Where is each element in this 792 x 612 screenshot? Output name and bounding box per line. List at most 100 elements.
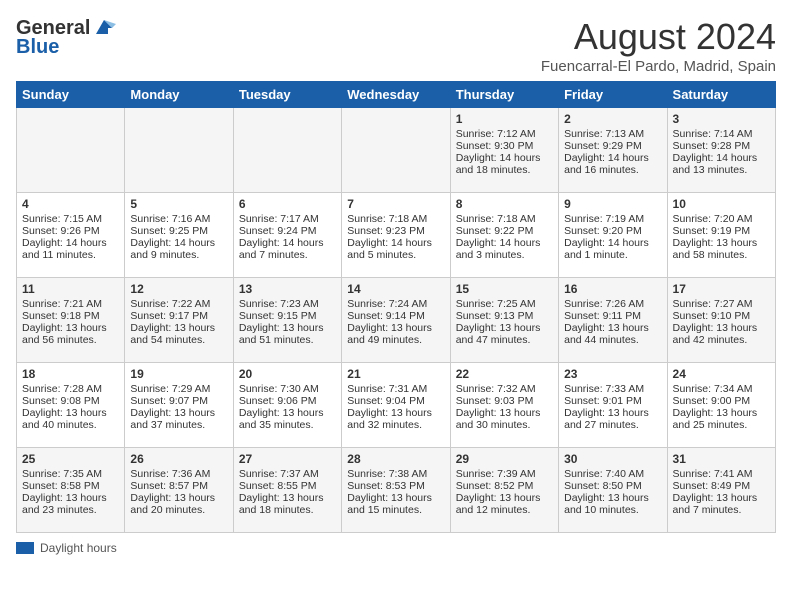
calendar-week-row: 1Sunrise: 7:12 AMSunset: 9:30 PMDaylight… xyxy=(17,108,776,193)
cell-text: Sunrise: 7:37 AM xyxy=(239,468,336,480)
cell-text: Sunset: 9:08 PM xyxy=(22,395,119,407)
calendar-cell: 25Sunrise: 7:35 AMSunset: 8:58 PMDayligh… xyxy=(17,448,125,533)
calendar-cell xyxy=(125,108,233,193)
cell-text: Sunset: 9:11 PM xyxy=(564,310,661,322)
cell-text: Daylight: 14 hours and 9 minutes. xyxy=(130,237,227,261)
cell-text: Sunset: 8:58 PM xyxy=(22,480,119,492)
cell-text: Daylight: 14 hours and 16 minutes. xyxy=(564,152,661,176)
weekday-header-friday: Friday xyxy=(559,82,667,108)
cell-text: Sunrise: 7:40 AM xyxy=(564,468,661,480)
day-number: 5 xyxy=(130,197,227,211)
calendar-table: SundayMondayTuesdayWednesdayThursdayFrid… xyxy=(16,81,776,533)
cell-text: Sunset: 9:01 PM xyxy=(564,395,661,407)
cell-text: Daylight: 14 hours and 13 minutes. xyxy=(673,152,770,176)
cell-text: Sunset: 9:26 PM xyxy=(22,225,119,237)
calendar-cell: 27Sunrise: 7:37 AMSunset: 8:55 PMDayligh… xyxy=(233,448,341,533)
weekday-header-thursday: Thursday xyxy=(450,82,558,108)
day-number: 3 xyxy=(673,112,770,126)
cell-text: Daylight: 13 hours and 10 minutes. xyxy=(564,492,661,516)
cell-text: Sunset: 8:55 PM xyxy=(239,480,336,492)
header: General Blue August 2024 Fuencarral-El P… xyxy=(16,16,776,75)
cell-text: Sunset: 8:52 PM xyxy=(456,480,553,492)
calendar-cell: 1Sunrise: 7:12 AMSunset: 9:30 PMDaylight… xyxy=(450,108,558,193)
calendar-cell: 7Sunrise: 7:18 AMSunset: 9:23 PMDaylight… xyxy=(342,193,450,278)
day-number: 12 xyxy=(130,282,227,296)
calendar-cell xyxy=(17,108,125,193)
cell-text: Daylight: 13 hours and 30 minutes. xyxy=(456,407,553,431)
calendar-cell: 2Sunrise: 7:13 AMSunset: 9:29 PMDaylight… xyxy=(559,108,667,193)
cell-text: Sunset: 8:50 PM xyxy=(564,480,661,492)
cell-text: Sunrise: 7:18 AM xyxy=(347,213,444,225)
day-number: 1 xyxy=(456,112,553,126)
day-number: 4 xyxy=(22,197,119,211)
day-number: 28 xyxy=(347,452,444,466)
cell-text: Sunrise: 7:33 AM xyxy=(564,383,661,395)
day-number: 25 xyxy=(22,452,119,466)
calendar-cell: 23Sunrise: 7:33 AMSunset: 9:01 PMDayligh… xyxy=(559,363,667,448)
cell-text: Sunrise: 7:29 AM xyxy=(130,383,227,395)
cell-text: Daylight: 13 hours and 49 minutes. xyxy=(347,322,444,346)
day-number: 21 xyxy=(347,367,444,381)
weekday-header-monday: Monday xyxy=(125,82,233,108)
cell-text: Sunrise: 7:25 AM xyxy=(456,298,553,310)
cell-text: Sunrise: 7:38 AM xyxy=(347,468,444,480)
cell-text: Daylight: 13 hours and 35 minutes. xyxy=(239,407,336,431)
cell-text: Sunset: 9:14 PM xyxy=(347,310,444,322)
cell-text: Sunset: 8:49 PM xyxy=(673,480,770,492)
cell-text: Daylight: 13 hours and 40 minutes. xyxy=(22,407,119,431)
calendar-cell: 26Sunrise: 7:36 AMSunset: 8:57 PMDayligh… xyxy=(125,448,233,533)
day-number: 22 xyxy=(456,367,553,381)
day-number: 15 xyxy=(456,282,553,296)
cell-text: Sunrise: 7:36 AM xyxy=(130,468,227,480)
cell-text: Sunrise: 7:34 AM xyxy=(673,383,770,395)
cell-text: Daylight: 13 hours and 58 minutes. xyxy=(673,237,770,261)
cell-text: Daylight: 14 hours and 1 minute. xyxy=(564,237,661,261)
calendar-cell: 5Sunrise: 7:16 AMSunset: 9:25 PMDaylight… xyxy=(125,193,233,278)
calendar-cell: 24Sunrise: 7:34 AMSunset: 9:00 PMDayligh… xyxy=(667,363,775,448)
calendar-cell: 29Sunrise: 7:39 AMSunset: 8:52 PMDayligh… xyxy=(450,448,558,533)
day-number: 9 xyxy=(564,197,661,211)
cell-text: Sunrise: 7:27 AM xyxy=(673,298,770,310)
calendar-cell: 10Sunrise: 7:20 AMSunset: 9:19 PMDayligh… xyxy=(667,193,775,278)
calendar-cell: 13Sunrise: 7:23 AMSunset: 9:15 PMDayligh… xyxy=(233,278,341,363)
day-number: 20 xyxy=(239,367,336,381)
calendar-cell: 11Sunrise: 7:21 AMSunset: 9:18 PMDayligh… xyxy=(17,278,125,363)
page: General Blue August 2024 Fuencarral-El P… xyxy=(0,0,792,565)
weekday-header-sunday: Sunday xyxy=(17,82,125,108)
cell-text: Daylight: 13 hours and 47 minutes. xyxy=(456,322,553,346)
day-number: 17 xyxy=(673,282,770,296)
weekday-header-row: SundayMondayTuesdayWednesdayThursdayFrid… xyxy=(17,82,776,108)
cell-text: Sunrise: 7:24 AM xyxy=(347,298,444,310)
cell-text: Sunrise: 7:19 AM xyxy=(564,213,661,225)
day-number: 14 xyxy=(347,282,444,296)
calendar-cell xyxy=(342,108,450,193)
calendar-cell: 4Sunrise: 7:15 AMSunset: 9:26 PMDaylight… xyxy=(17,193,125,278)
day-number: 7 xyxy=(347,197,444,211)
cell-text: Daylight: 14 hours and 7 minutes. xyxy=(239,237,336,261)
day-number: 13 xyxy=(239,282,336,296)
cell-text: Daylight: 14 hours and 3 minutes. xyxy=(456,237,553,261)
logo: General Blue xyxy=(16,16,116,59)
cell-text: Sunset: 9:00 PM xyxy=(673,395,770,407)
day-number: 8 xyxy=(456,197,553,211)
cell-text: Sunrise: 7:12 AM xyxy=(456,128,553,140)
cell-text: Daylight: 13 hours and 44 minutes. xyxy=(564,322,661,346)
cell-text: Daylight: 13 hours and 18 minutes. xyxy=(239,492,336,516)
cell-text: Sunset: 9:24 PM xyxy=(239,225,336,237)
weekday-header-saturday: Saturday xyxy=(667,82,775,108)
calendar-cell: 17Sunrise: 7:27 AMSunset: 9:10 PMDayligh… xyxy=(667,278,775,363)
cell-text: Sunrise: 7:22 AM xyxy=(130,298,227,310)
cell-text: Sunrise: 7:21 AM xyxy=(22,298,119,310)
calendar-week-row: 11Sunrise: 7:21 AMSunset: 9:18 PMDayligh… xyxy=(17,278,776,363)
cell-text: Daylight: 14 hours and 5 minutes. xyxy=(347,237,444,261)
cell-text: Daylight: 13 hours and 20 minutes. xyxy=(130,492,227,516)
day-number: 29 xyxy=(456,452,553,466)
cell-text: Sunset: 9:17 PM xyxy=(130,310,227,322)
cell-text: Daylight: 13 hours and 42 minutes. xyxy=(673,322,770,346)
calendar-cell: 3Sunrise: 7:14 AMSunset: 9:28 PMDaylight… xyxy=(667,108,775,193)
cell-text: Sunrise: 7:14 AM xyxy=(673,128,770,140)
cell-text: Sunset: 9:29 PM xyxy=(564,140,661,152)
cell-text: Daylight: 13 hours and 12 minutes. xyxy=(456,492,553,516)
title-area: August 2024 Fuencarral-El Pardo, Madrid,… xyxy=(541,16,776,75)
cell-text: Sunset: 9:04 PM xyxy=(347,395,444,407)
